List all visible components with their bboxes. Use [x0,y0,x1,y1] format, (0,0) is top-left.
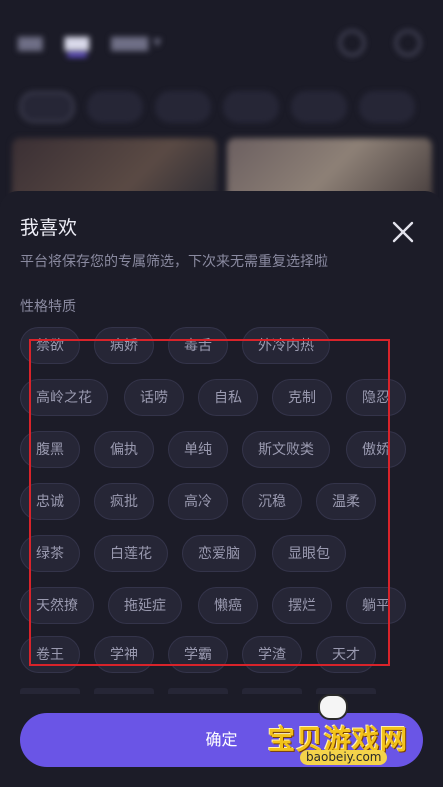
tag-chip[interactable]: 外冷内热 [242,327,330,364]
sheet-subtitle: 平台将保存您的专属筛选，下次来无需重复选择啦 [20,254,328,270]
tag-chip[interactable]: 绿茶 [20,535,80,572]
tag-chip[interactable]: 自私 [198,379,258,416]
tag-chip[interactable]: 偏执 [94,431,154,468]
tag-chip[interactable]: 克制 [272,379,332,416]
search-icon [395,30,421,56]
tag-chip[interactable]: 显眼包 [272,535,346,572]
backdrop-chip [360,92,414,122]
tag-chip-cut [242,688,302,694]
backdrop-chip [156,92,210,122]
tag-chip[interactable]: 白莲花 [94,535,168,572]
backdrop-chips [20,92,414,122]
tag-chip[interactable]: 斯文败类 [242,431,330,468]
backdrop-tab: ▆▆▆ ▾ [111,32,162,51]
tag-chip[interactable]: 天才 [316,636,376,673]
tag-chip[interactable]: 学渣 [242,636,302,673]
tag-chip-cut [20,688,80,694]
backdrop-tab-active: ▆▆ [64,32,90,57]
tag-chip[interactable]: 高岭之花 [20,379,108,416]
tag-chip[interactable]: 天然撩 [20,587,94,624]
close-icon[interactable] [390,219,416,245]
backdrop-chip [88,92,142,122]
sheet-title: 我喜欢 [20,217,78,239]
tag-chip-cut [168,688,228,694]
filter-icon [339,30,365,56]
section-label-personality: 性格特质 [20,299,76,315]
backdrop-chip [224,92,278,122]
tag-chip[interactable]: 学霸 [168,636,228,673]
tag-chip[interactable]: 毒舌 [168,327,228,364]
tag-chip[interactable]: 恋爱脑 [182,535,256,572]
confirm-button[interactable]: 确定 [20,713,423,767]
backdrop-tabs: ▆▆ ▆▆ ▆▆▆ ▾ [18,32,162,57]
tag-chip[interactable]: 禁欲 [20,327,80,364]
tag-chip[interactable]: 躺平 [346,587,406,624]
tag-chip[interactable]: 懒癌 [198,587,258,624]
tag-chip[interactable]: 温柔 [316,483,376,520]
tag-chip[interactable]: 忠诚 [20,483,80,520]
tag-chip[interactable]: 摆烂 [272,587,332,624]
tag-chip[interactable]: 高冷 [168,483,228,520]
backdrop-icons [339,30,421,56]
backdrop-tab: ▆▆ [18,32,43,51]
backdrop-chip [292,92,346,122]
tag-chip[interactable]: 病娇 [94,327,154,364]
background-content: ▆▆ ▆▆ ▆▆▆ ▾ [0,0,443,210]
tag-chip[interactable]: 拖延症 [108,587,182,624]
tag-chip[interactable]: 话唠 [124,379,184,416]
tag-chip[interactable]: 单纯 [168,431,228,468]
tag-chip[interactable]: 疯批 [94,483,154,520]
tag-chip[interactable]: 隐忍 [346,379,406,416]
preference-sheet: 我喜欢 平台将保存您的专属筛选，下次来无需重复选择啦 性格特质 禁欲 病娇 毒舌… [0,191,443,787]
tag-chip[interactable]: 腹黑 [20,431,80,468]
backdrop-chip [20,92,74,122]
tag-chip-cut [94,688,154,694]
tag-chip[interactable]: 卷王 [20,636,80,673]
tag-row-partial [20,688,376,694]
tag-chip[interactable]: 学神 [94,636,154,673]
blurred-backdrop: ▆▆ ▆▆ ▆▆▆ ▾ [0,0,443,210]
tag-chip[interactable]: 傲娇 [346,431,406,468]
tag-chip[interactable]: 沉稳 [242,483,302,520]
tag-chip-cut [316,688,376,694]
